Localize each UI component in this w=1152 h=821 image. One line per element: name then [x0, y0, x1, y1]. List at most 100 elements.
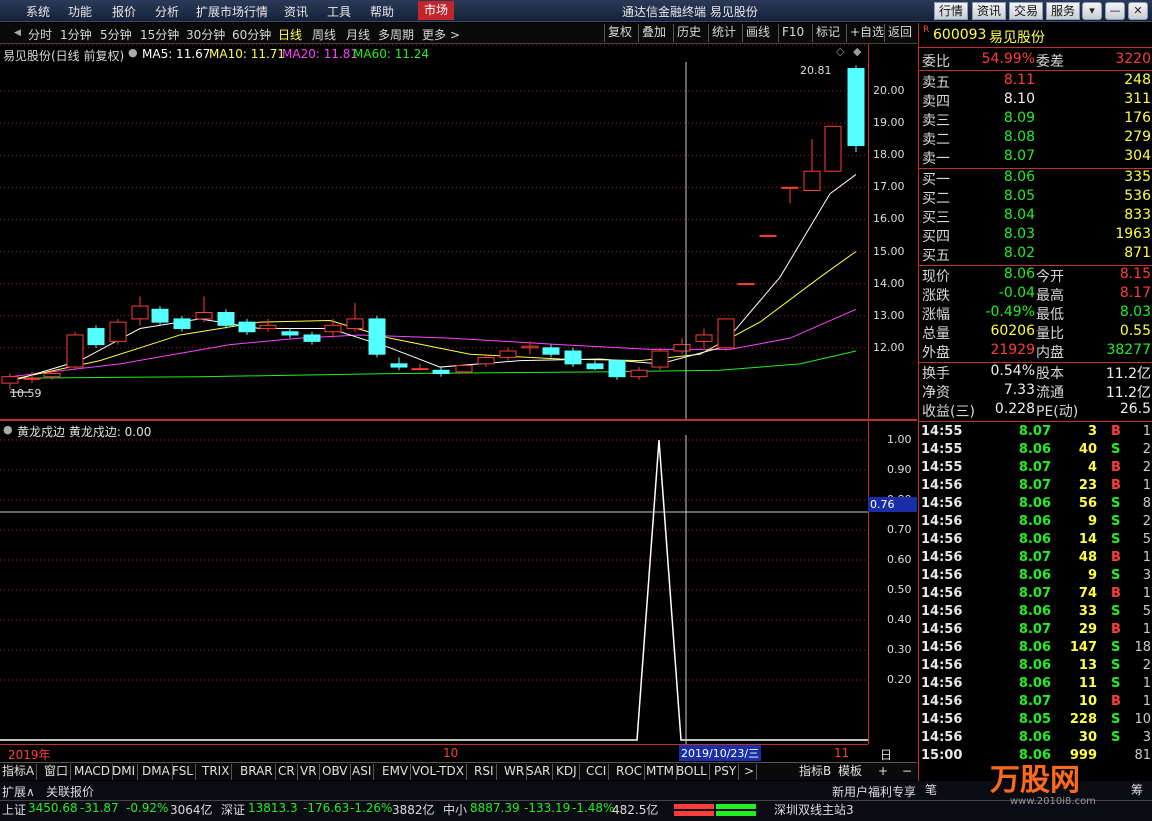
- indicator-tab-boll[interactable]: BOLL: [674, 764, 710, 780]
- fund-value: 7.33: [1003, 382, 1035, 398]
- new-user-promo[interactable]: 新用户福利专享: [832, 783, 916, 800]
- indicator-collapse-icon[interactable]: ●: [3, 423, 13, 436]
- menu-system[interactable]: 系统: [26, 3, 50, 20]
- btn-stats[interactable]: 统计: [708, 24, 739, 42]
- tick-direction: S: [1111, 568, 1121, 583]
- stock-code: 600093: [933, 27, 987, 43]
- btn-add-watch[interactable]: +自选: [846, 24, 887, 42]
- indicator-tab-asi[interactable]: ASI: [350, 764, 375, 780]
- menu-quotes[interactable]: 报价: [112, 3, 136, 20]
- bid-label: 买四: [922, 229, 950, 245]
- menu-ext-market[interactable]: 扩展市场行情: [196, 3, 268, 20]
- menu-help[interactable]: 帮助: [370, 3, 394, 20]
- tick-volume: 147: [1069, 640, 1097, 655]
- dropdown-icon[interactable]: ▾: [1082, 2, 1102, 20]
- tick-row: 14:56 8.06 11 S 1: [919, 676, 1152, 694]
- indicator-tab-cr[interactable]: CR: [276, 764, 298, 780]
- indicator-right-3[interactable]: −: [900, 764, 914, 780]
- candle-down: [564, 350, 582, 365]
- menu-info[interactable]: 资讯: [284, 3, 308, 20]
- indicator-tab-psy[interactable]: PSY: [712, 764, 740, 780]
- indicator-ylabel: 0.60: [887, 553, 912, 566]
- fund-label: 净资: [922, 385, 950, 401]
- minimize-icon[interactable]: —: [1105, 2, 1125, 20]
- indicator-tab-roc[interactable]: ROC: [614, 764, 646, 780]
- indicator-chart[interactable]: [0, 421, 868, 744]
- indicator-tab-trix[interactable]: TRIX: [200, 764, 233, 780]
- period-multi[interactable]: 多周期: [378, 26, 414, 43]
- indicator-tab-rsi[interactable]: RSI: [472, 764, 497, 780]
- period-daily[interactable]: 日线: [278, 26, 302, 43]
- btn-service[interactable]: 服务: [1046, 2, 1081, 20]
- indicator-right-0[interactable]: 指标B: [797, 764, 833, 780]
- btn-news[interactable]: 资讯: [972, 2, 1007, 20]
- triangle-icon[interactable]: ◀: [14, 28, 21, 38]
- related-quotes[interactable]: 关联报价: [46, 783, 94, 800]
- tick-time: 14:55: [921, 460, 963, 475]
- indicator-tab-mtm[interactable]: MTM: [644, 764, 678, 780]
- indicator-tab-dma[interactable]: DMA: [140, 764, 173, 780]
- indicator-tab-voltdx[interactable]: VOL-TDX: [410, 764, 467, 780]
- btn-quotes[interactable]: 行情: [934, 2, 969, 20]
- btn-history[interactable]: 历史: [673, 24, 704, 42]
- period-60min[interactable]: 60分钟: [232, 26, 271, 43]
- close-icon[interactable]: ✕: [1128, 2, 1148, 20]
- kline-chart[interactable]: [0, 44, 868, 419]
- tick-direction: S: [1111, 496, 1121, 511]
- indicator-tab-macd[interactable]: MACD: [72, 764, 113, 780]
- period-5min[interactable]: 5分钟: [100, 26, 132, 43]
- indicator-right-1[interactable]: 模板: [836, 764, 864, 780]
- sz-label[interactable]: 深证: [221, 801, 245, 818]
- indicator-tab-[interactable]: 窗口: [42, 764, 72, 780]
- btn-draw[interactable]: 画线: [742, 24, 773, 42]
- indicator-tab-fsl[interactable]: FSL: [170, 764, 196, 780]
- indicator-tab-emv[interactable]: EMV: [380, 764, 412, 780]
- stat-label: 涨幅: [922, 307, 950, 323]
- period-15min[interactable]: 15分钟: [140, 26, 179, 43]
- ext-toggle[interactable]: 扩展∧: [2, 783, 35, 800]
- tick-direction: S: [1111, 442, 1121, 457]
- period-intraday[interactable]: 分时: [28, 26, 52, 43]
- btn-trade[interactable]: 交易: [1009, 2, 1044, 20]
- tick-row: 14:56 8.06 9 S 3: [919, 568, 1152, 586]
- indicator-tab-a[interactable]: 指标A: [0, 764, 38, 780]
- small-diamond-icon[interactable]: ◆: [853, 45, 861, 58]
- tick-time: 14:56: [921, 712, 963, 727]
- low-price-label: 10.59: [10, 387, 42, 400]
- indicator-tab-sar[interactable]: SAR: [524, 764, 554, 780]
- btn-f10[interactable]: F10: [778, 24, 807, 42]
- period-30min[interactable]: 30分钟: [186, 26, 225, 43]
- divider: [919, 421, 1152, 422]
- server-name[interactable]: 深圳双线主站3: [774, 801, 854, 818]
- period-weekly[interactable]: 周线: [312, 26, 336, 43]
- btn-back[interactable]: 返回: [884, 24, 915, 42]
- more-icon[interactable]: 筹: [1131, 781, 1143, 798]
- candle-up: [259, 324, 277, 330]
- indicator-tab-obv[interactable]: OBV: [320, 764, 351, 780]
- indicator-tab-vr[interactable]: VR: [298, 764, 320, 780]
- pen-icon[interactable]: 笔: [925, 781, 937, 798]
- collapse-icon[interactable]: ●: [128, 46, 138, 59]
- candle-up: [824, 125, 842, 172]
- sh-label[interactable]: 上证: [2, 801, 26, 818]
- tick-row: 14:56 8.06 14 S 5: [919, 532, 1152, 550]
- period-1min[interactable]: 1分钟: [60, 26, 92, 43]
- indicator-tab-[interactable]: >: [742, 764, 758, 780]
- indicator-tab-cci[interactable]: CCI: [584, 764, 610, 780]
- btn-overlay[interactable]: 叠加: [638, 24, 669, 42]
- btn-adjust[interactable]: 复权: [604, 24, 635, 42]
- period-monthly[interactable]: 月线: [346, 26, 370, 43]
- menu-market[interactable]: 市场: [418, 1, 455, 20]
- indicator-tab-kdj[interactable]: KDJ: [554, 764, 580, 780]
- indicator-tab-brar[interactable]: BRAR: [238, 764, 276, 780]
- zx-label[interactable]: 中小: [443, 801, 467, 818]
- period-more[interactable]: 更多 >: [422, 26, 460, 43]
- menu-analysis[interactable]: 分析: [155, 3, 179, 20]
- indicator-tab-dmi[interactable]: DMI: [110, 764, 139, 780]
- diamond-icon[interactable]: ◇: [836, 45, 844, 58]
- stat-value: 60206: [990, 323, 1035, 339]
- menu-tools[interactable]: 工具: [327, 3, 351, 20]
- btn-mark[interactable]: 标记: [812, 24, 843, 42]
- indicator-right-2[interactable]: +: [876, 764, 890, 780]
- menu-function[interactable]: 功能: [68, 3, 92, 20]
